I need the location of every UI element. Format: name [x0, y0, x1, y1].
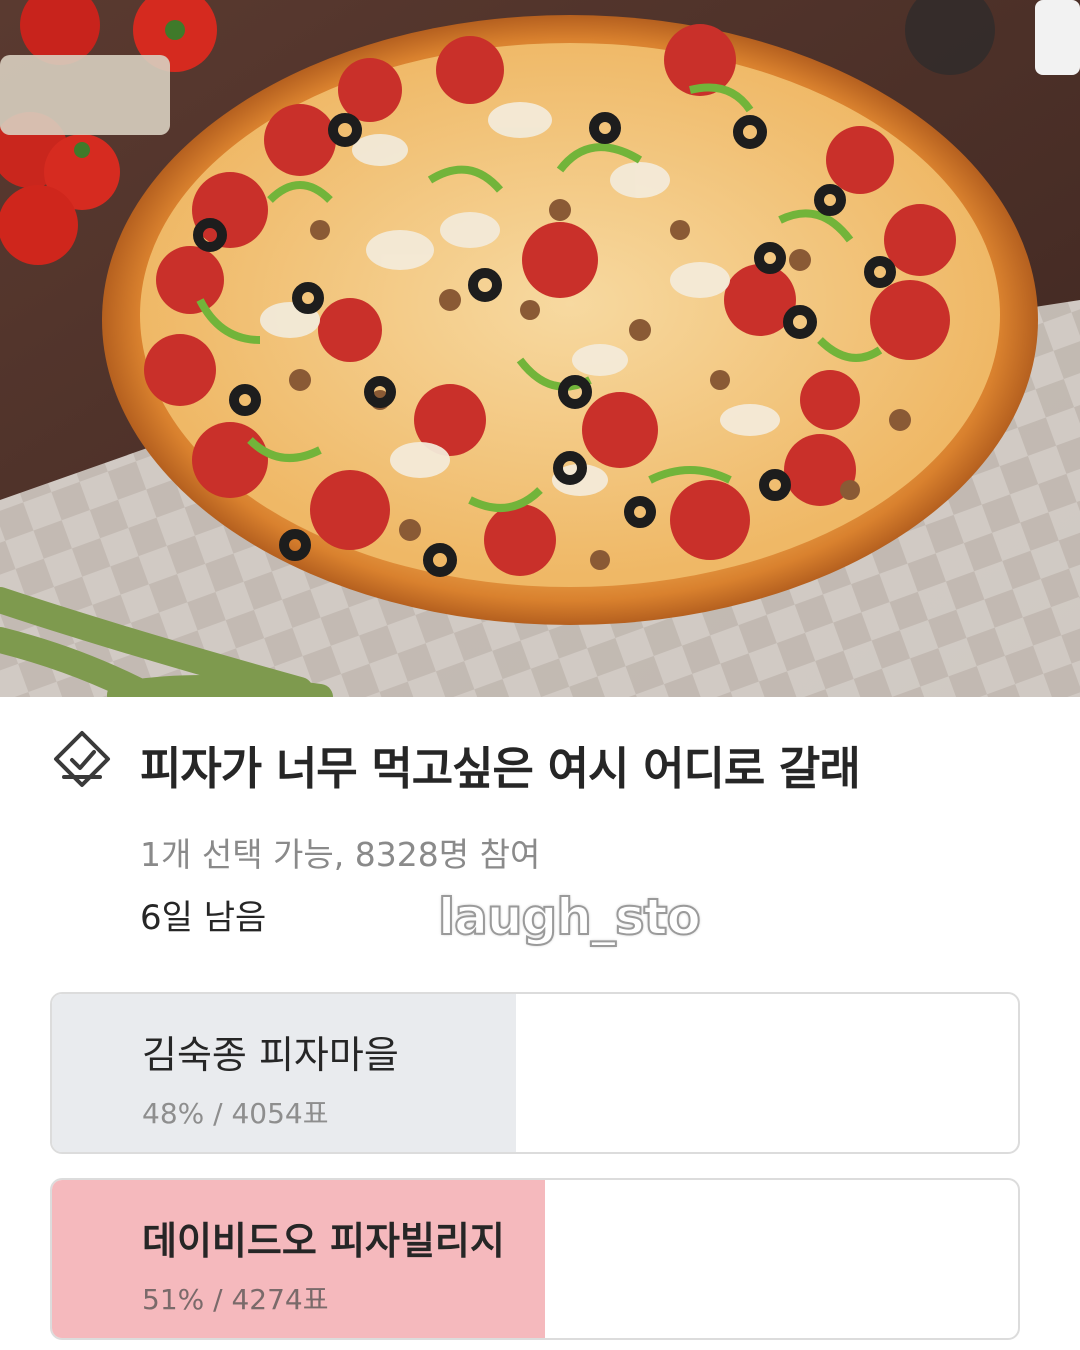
poll-option[interactable]: 김숙종 피자마을 48% / 4054표 [50, 992, 1020, 1154]
poll-title: 피자가 너무 먹고싶은 여시 어디로 갈래 [140, 742, 861, 795]
poll-option-label: 김숙종 피자마을 [142, 1033, 399, 1077]
watermark: laugh_sto [437, 887, 702, 947]
poll-option[interactable]: 데이비드오 피자빌리지 51% / 4274표 [50, 1178, 1020, 1340]
poll-time-remaining: 6일 남음 [140, 898, 267, 938]
pizza-photo [0, 0, 1080, 697]
poll-option-stats: 48% / 4054표 [142, 1097, 329, 1130]
poll-post: 피자가 너무 먹고싶은 여시 어디로 갈래 1개 선택 가능, 8328명 참여… [0, 0, 1080, 1350]
poll-meta: 1개 선택 가능, 8328명 참여 [140, 835, 541, 874]
poll-option-stats: 51% / 4274표 [142, 1283, 329, 1316]
checkmark-diamond-icon [50, 727, 114, 791]
poll-option-label: 데이비드오 피자빌리지 [142, 1219, 505, 1263]
